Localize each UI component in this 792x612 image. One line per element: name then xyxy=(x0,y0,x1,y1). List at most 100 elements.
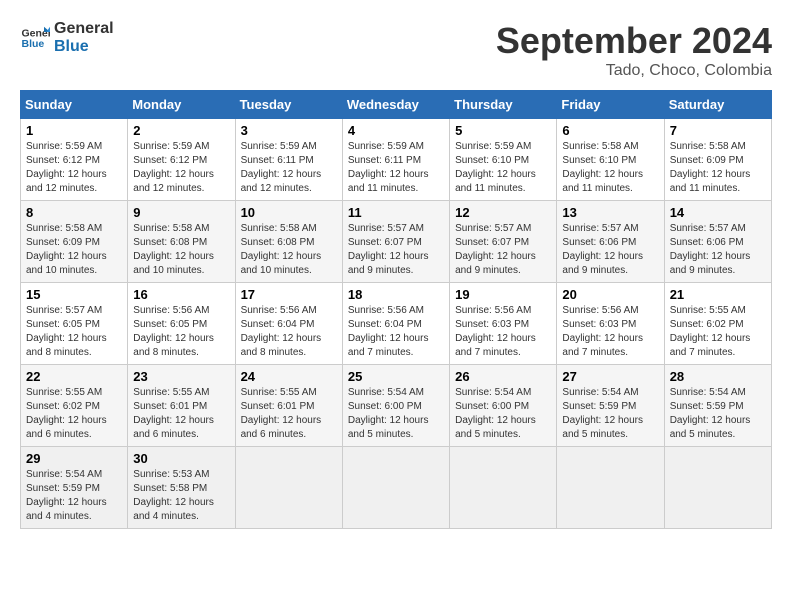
sunset-time: 6:11 PM xyxy=(277,155,314,166)
sunrise-label: Sunrise: xyxy=(133,141,170,152)
day-info: Sunrise: 5:59 AM Sunset: 6:12 PM Dayligh… xyxy=(26,140,122,196)
sunset-time: 6:07 PM xyxy=(385,237,422,248)
daylight-label: Daylight: xyxy=(670,333,709,344)
calendar-cell: 9 Sunrise: 5:58 AM Sunset: 6:08 PM Dayli… xyxy=(128,201,235,283)
sunset-time: 6:05 PM xyxy=(63,319,100,330)
sunrise-time: 5:57 AM xyxy=(495,223,532,234)
sunrise-label: Sunrise: xyxy=(670,387,707,398)
calendar-cell xyxy=(557,447,664,529)
calendar-cell: 25 Sunrise: 5:54 AM Sunset: 6:00 PM Dayl… xyxy=(342,365,449,447)
sunrise-time: 5:55 AM xyxy=(173,387,210,398)
day-info: Sunrise: 5:54 AM Sunset: 5:59 PM Dayligh… xyxy=(562,386,658,442)
sunset-time: 6:02 PM xyxy=(63,401,100,412)
calendar-cell: 2 Sunrise: 5:59 AM Sunset: 6:12 PM Dayli… xyxy=(128,119,235,201)
sunset-time: 6:07 PM xyxy=(492,237,529,248)
page-header: General Blue General Blue September 2024… xyxy=(20,20,772,80)
sunset-time: 6:00 PM xyxy=(385,401,422,412)
calendar-cell: 27 Sunrise: 5:54 AM Sunset: 5:59 PM Dayl… xyxy=(557,365,664,447)
calendar-cell: 1 Sunrise: 5:59 AM Sunset: 6:12 PM Dayli… xyxy=(21,119,128,201)
day-info: Sunrise: 5:56 AM Sunset: 6:03 PM Dayligh… xyxy=(455,304,551,360)
calendar-cell: 23 Sunrise: 5:55 AM Sunset: 6:01 PM Dayl… xyxy=(128,365,235,447)
daylight-label: Daylight: xyxy=(562,169,601,180)
calendar-cell: 21 Sunrise: 5:55 AM Sunset: 6:02 PM Dayl… xyxy=(664,283,771,365)
day-number: 19 xyxy=(455,287,551,302)
sunset-label: Sunset: xyxy=(26,483,60,494)
daylight-label: Daylight: xyxy=(26,169,65,180)
sunset-label: Sunset: xyxy=(241,319,275,330)
sunset-time: 6:00 PM xyxy=(492,401,529,412)
sunrise-time: 5:57 AM xyxy=(602,223,639,234)
calendar-week-row: 8 Sunrise: 5:58 AM Sunset: 6:09 PM Dayli… xyxy=(21,201,772,283)
day-info: Sunrise: 5:55 AM Sunset: 6:02 PM Dayligh… xyxy=(26,386,122,442)
sunset-label: Sunset: xyxy=(670,237,704,248)
day-number: 27 xyxy=(562,369,658,384)
daylight-label: Daylight: xyxy=(348,415,387,426)
day-info: Sunrise: 5:58 AM Sunset: 6:09 PM Dayligh… xyxy=(670,140,766,196)
sunrise-label: Sunrise: xyxy=(348,223,385,234)
day-number: 3 xyxy=(241,123,337,138)
day-number: 21 xyxy=(670,287,766,302)
sunrise-label: Sunrise: xyxy=(670,305,707,316)
calendar-cell: 20 Sunrise: 5:56 AM Sunset: 6:03 PM Dayl… xyxy=(557,283,664,365)
sunrise-time: 5:59 AM xyxy=(387,141,424,152)
sunrise-time: 5:54 AM xyxy=(495,387,532,398)
sunset-time: 6:09 PM xyxy=(706,155,743,166)
sunrise-time: 5:55 AM xyxy=(65,387,102,398)
daylight-label: Daylight: xyxy=(455,169,494,180)
sunrise-label: Sunrise: xyxy=(26,469,63,480)
sunrise-time: 5:54 AM xyxy=(602,387,639,398)
day-number: 10 xyxy=(241,205,337,220)
sunrise-time: 5:58 AM xyxy=(709,141,746,152)
day-info: Sunrise: 5:54 AM Sunset: 6:00 PM Dayligh… xyxy=(455,386,551,442)
day-info: Sunrise: 5:57 AM Sunset: 6:07 PM Dayligh… xyxy=(348,222,444,278)
day-info: Sunrise: 5:55 AM Sunset: 6:01 PM Dayligh… xyxy=(241,386,337,442)
day-of-week-header: Saturday xyxy=(664,91,771,119)
calendar-cell: 16 Sunrise: 5:56 AM Sunset: 6:05 PM Dayl… xyxy=(128,283,235,365)
day-info: Sunrise: 5:57 AM Sunset: 6:05 PM Dayligh… xyxy=(26,304,122,360)
daylight-label: Daylight: xyxy=(26,251,65,262)
sunset-time: 6:01 PM xyxy=(277,401,314,412)
sunset-label: Sunset: xyxy=(26,319,60,330)
day-of-week-header: Sunday xyxy=(21,91,128,119)
day-info: Sunrise: 5:53 AM Sunset: 5:58 PM Dayligh… xyxy=(133,468,229,524)
day-info: Sunrise: 5:54 AM Sunset: 6:00 PM Dayligh… xyxy=(348,386,444,442)
sunrise-label: Sunrise: xyxy=(133,223,170,234)
daylight-label: Daylight: xyxy=(562,251,601,262)
location-title: Tado, Choco, Colombia xyxy=(496,62,772,80)
daylight-label: Daylight: xyxy=(455,333,494,344)
daylight-label: Daylight: xyxy=(133,169,172,180)
sunset-time: 6:10 PM xyxy=(492,155,529,166)
sunset-time: 5:59 PM xyxy=(63,483,100,494)
sunset-label: Sunset: xyxy=(670,155,704,166)
sunset-label: Sunset: xyxy=(670,319,704,330)
sunset-time: 6:05 PM xyxy=(170,319,207,330)
calendar-cell: 12 Sunrise: 5:57 AM Sunset: 6:07 PM Dayl… xyxy=(450,201,557,283)
daylight-label: Daylight: xyxy=(348,251,387,262)
day-number: 22 xyxy=(26,369,122,384)
day-number: 1 xyxy=(26,123,122,138)
sunrise-label: Sunrise: xyxy=(562,223,599,234)
sunset-label: Sunset: xyxy=(348,237,382,248)
calendar-cell: 24 Sunrise: 5:55 AM Sunset: 6:01 PM Dayl… xyxy=(235,365,342,447)
sunrise-label: Sunrise: xyxy=(562,387,599,398)
day-info: Sunrise: 5:56 AM Sunset: 6:04 PM Dayligh… xyxy=(241,304,337,360)
sunrise-time: 5:56 AM xyxy=(173,305,210,316)
sunset-label: Sunset: xyxy=(26,155,60,166)
sunset-label: Sunset: xyxy=(26,237,60,248)
sunset-label: Sunset: xyxy=(562,401,596,412)
sunrise-label: Sunrise: xyxy=(26,223,63,234)
day-info: Sunrise: 5:59 AM Sunset: 6:11 PM Dayligh… xyxy=(241,140,337,196)
sunset-label: Sunset: xyxy=(455,155,489,166)
day-info: Sunrise: 5:54 AM Sunset: 5:59 PM Dayligh… xyxy=(26,468,122,524)
sunrise-label: Sunrise: xyxy=(26,305,63,316)
sunrise-label: Sunrise: xyxy=(348,387,385,398)
sunrise-time: 5:57 AM xyxy=(387,223,424,234)
day-number: 23 xyxy=(133,369,229,384)
sunset-label: Sunset: xyxy=(348,401,382,412)
day-info: Sunrise: 5:55 AM Sunset: 6:02 PM Dayligh… xyxy=(670,304,766,360)
sunrise-time: 5:56 AM xyxy=(495,305,532,316)
day-of-week-header: Wednesday xyxy=(342,91,449,119)
logo-icon: General Blue xyxy=(20,23,50,53)
sunset-label: Sunset: xyxy=(133,237,167,248)
sunset-label: Sunset: xyxy=(348,155,382,166)
